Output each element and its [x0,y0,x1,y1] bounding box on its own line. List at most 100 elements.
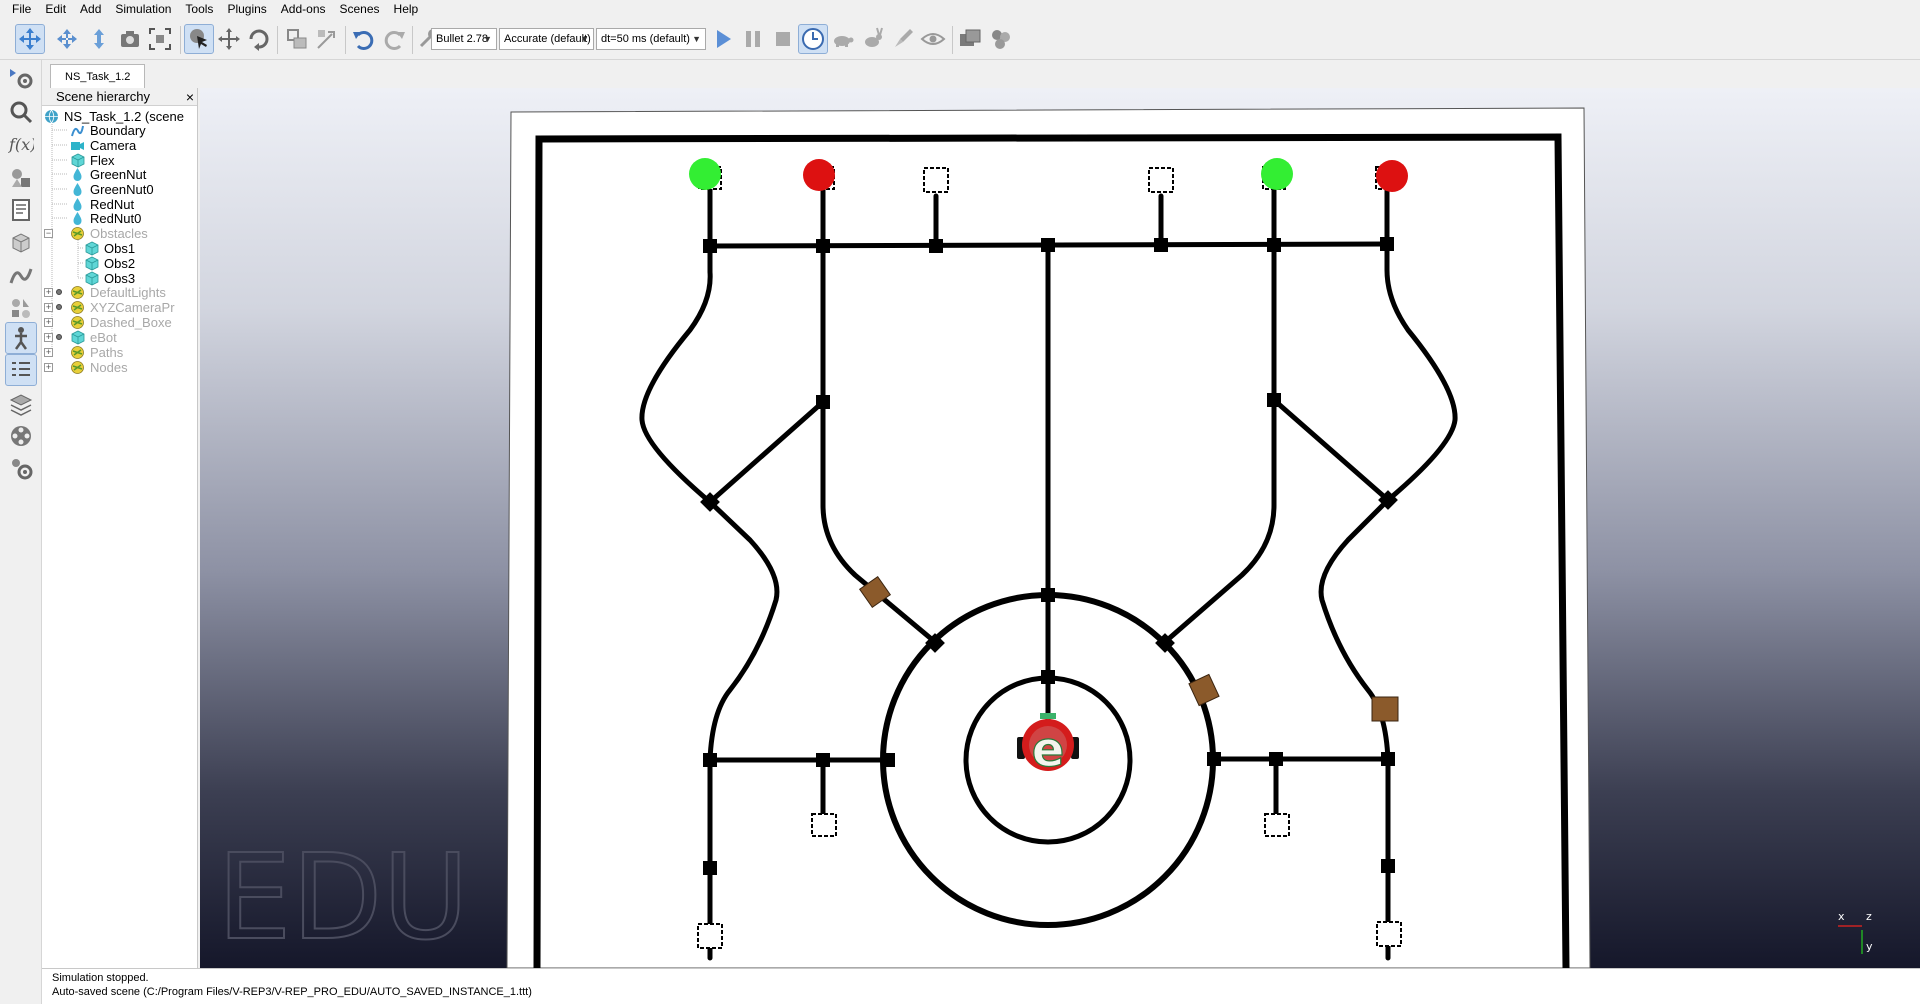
scene-viewport[interactable]: EDU e x z y [200,88,1920,968]
menu-add-ons[interactable]: Add-ons [275,0,334,18]
globe-icon [45,109,58,124]
eye-icon [920,33,946,45]
green-nut [689,158,721,190]
camera-angle-button[interactable] [115,24,145,54]
start-simulation-button[interactable] [708,24,738,54]
model-browser-icon [12,299,30,318]
settings-icon [12,459,33,480]
pages-icon [992,30,1010,49]
scripts-button[interactable] [5,194,37,226]
click-select-button[interactable] [184,24,214,54]
svg-text:ƒ(x): ƒ(x) [8,135,34,154]
expand-icon[interactable]: + [44,303,53,312]
math-button[interactable]: ƒ(x) [5,128,37,160]
axis-z-label: z [1866,910,1872,923]
stop-simulation-button[interactable] [768,24,798,54]
slow-down-button[interactable] [828,24,858,54]
turtle-icon [834,36,854,47]
thread-rendering-button[interactable] [888,24,918,54]
camera-pan-button[interactable] [15,24,45,54]
rotate-arrows-icon [57,29,77,49]
object-rotate-button[interactable] [244,24,274,54]
expand-icon[interactable]: + [44,333,53,342]
redo-icon [384,31,405,50]
menu-plugins[interactable]: Plugins [221,0,274,18]
object-rotate-icon [249,29,269,51]
speed-up-button[interactable] [858,24,888,54]
menu-scenes[interactable]: Scenes [334,0,388,18]
object-shift-button[interactable] [214,24,244,54]
magnifier-icon [10,101,33,124]
timestep-select[interactable]: dt=50 ms (default) ▼ [596,28,706,50]
scenes-icon [960,29,981,46]
calculation-modules-button[interactable] [5,96,37,128]
scene-hierarchy-button[interactable] [5,322,37,354]
move-arrows-icon [19,28,41,50]
collapse-icon[interactable]: − [44,229,53,238]
menu-simulation[interactable]: Simulation [109,0,179,18]
expand-icon[interactable]: + [44,348,53,357]
real-time-button[interactable] [798,24,828,54]
red-nut [803,159,835,191]
axis-y-label: y [1866,940,1873,953]
status-line-1: Simulation stopped. [52,972,149,984]
clock-icon [802,28,824,50]
menu-add[interactable]: Add [74,0,109,18]
pause-icon [746,31,760,47]
menu-file[interactable]: File [6,0,39,18]
pause-simulation-button[interactable] [738,24,768,54]
fit-to-view-button[interactable] [145,24,175,54]
object-shift-icon [218,28,240,50]
page-selector-button[interactable] [986,24,1016,54]
layers-button[interactable] [5,388,37,420]
physics-engine-select[interactable]: Bullet 2.78 ▼ [431,28,497,50]
dummy-icon [71,346,84,359]
figure-icon [14,327,28,350]
redo-button[interactable] [380,24,410,54]
expand-icon[interactable]: + [44,363,53,372]
dummy-icon [71,301,84,314]
edu-watermark: EDU [217,828,469,966]
visualization-toggle-button[interactable] [918,24,948,54]
film-reel-icon [11,426,31,446]
shape-edit-button[interactable] [5,226,37,258]
accuracy-select[interactable]: Accurate (default) ▼ [499,28,594,50]
green-nut [1261,158,1293,190]
path-edit-button[interactable] [5,260,37,292]
layers-list-button[interactable] [5,354,37,386]
menu-help[interactable]: Help [388,0,427,18]
play-icon [717,30,731,48]
scene-tab-bar: NS_Task_1.2 [42,60,1920,88]
tree-item-nodes[interactable]: Nodes [70,359,128,377]
select-icon [190,29,207,49]
collections-button[interactable] [5,162,37,194]
visibility-icon [56,304,62,310]
status-line-2: Auto-saved scene (C:/Program Files/V-REP… [52,986,532,998]
model-browser-button[interactable] [5,292,37,324]
expand-icon[interactable]: + [44,288,53,297]
camera-icon [121,31,139,47]
menu-edit[interactable]: Edit [39,0,74,18]
axis-x-label: x [1838,910,1845,923]
status-console: Simulation stopped. Auto-saved scene (C:… [42,968,1920,1004]
gear-icon [10,69,33,89]
shapes-icon [12,169,30,187]
tab-ns-task[interactable]: NS_Task_1.2 [50,64,146,88]
scene-selector-button[interactable] [955,24,985,54]
camera-shift-button[interactable] [84,24,114,54]
transfer-dna-button[interactable] [312,24,342,54]
visibility-icon [56,334,62,340]
rocket-icon [895,29,913,47]
menu-tools[interactable]: Tools [179,0,221,18]
dummy-icon [71,361,84,374]
assemble-button[interactable] [282,24,312,54]
camera-rotate-button[interactable] [52,24,82,54]
expand-icon[interactable]: + [44,318,53,327]
axis-gizmo: x z y [1838,910,1873,954]
undo-button[interactable] [348,24,378,54]
list-icon [12,362,30,376]
object-properties-button[interactable] [5,62,37,94]
user-settings-button[interactable] [5,452,37,484]
video-recorder-button[interactable] [5,420,37,452]
cube-icon [85,241,99,256]
